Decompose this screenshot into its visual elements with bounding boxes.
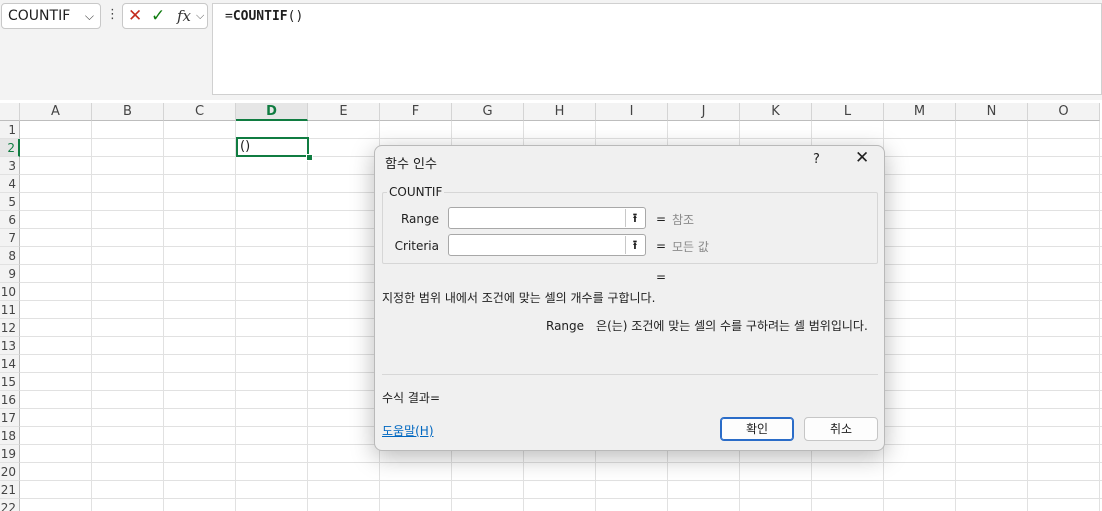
column-header-c[interactable]: C [164, 103, 236, 121]
column-header-g[interactable]: G [452, 103, 524, 121]
row-header-2[interactable]: 2 [0, 139, 20, 157]
range-input[interactable]: ⭱ [448, 207, 646, 229]
name-box[interactable]: COUNTIF ⌵ [1, 3, 101, 29]
column-header-b[interactable]: B [92, 103, 164, 121]
criteria-input[interactable]: ⭱ [448, 234, 646, 256]
active-cell-value: () [240, 139, 251, 154]
row-header-20[interactable]: 20 [0, 463, 20, 481]
name-box-value: COUNTIF [8, 8, 71, 24]
insert-function-icon[interactable]: fx [177, 5, 191, 27]
column-gridline [91, 121, 92, 511]
argument-description: Range 은(는) 조건에 맞는 셀의 수를 구하려는 셀 범위입니다. [546, 317, 868, 334]
dialog-title: 함수 인수 [385, 157, 437, 172]
column-gridline [163, 121, 164, 511]
column-gridline [1027, 121, 1028, 511]
row-header-16[interactable]: 16 [0, 391, 20, 409]
row-header-10[interactable]: 10 [0, 283, 20, 301]
function-arguments-dialog: 함수 인수 ? ✕ COUNTIF Range ⭱ = 참조 Criteria … [374, 145, 885, 451]
cancel-button[interactable]: 취소 [804, 417, 878, 441]
column-header-m[interactable]: M [884, 103, 956, 121]
row-header-12[interactable]: 12 [0, 319, 20, 337]
row-header-9[interactable]: 9 [0, 265, 20, 283]
criteria-equals: = [656, 239, 667, 253]
cancel-icon[interactable]: ✕ [128, 5, 142, 27]
help-icon[interactable]: ? [813, 152, 820, 167]
row-gridline [20, 462, 1102, 463]
row-header-19[interactable]: 19 [0, 445, 20, 463]
column-header-l[interactable]: L [812, 103, 884, 121]
column-gridline [1099, 121, 1100, 511]
row-gridline [20, 138, 1102, 139]
ok-button[interactable]: 확인 [720, 417, 794, 441]
formula-function: COUNTIF [232, 9, 288, 24]
column-gridline [955, 121, 956, 511]
row-header-1[interactable]: 1 [0, 121, 20, 139]
column-header-d[interactable]: D [236, 103, 308, 121]
criteria-value-hint: 모든 값 [672, 240, 709, 254]
collapse-dialog-icon[interactable]: ⭱ [625, 209, 644, 227]
more-options-icon[interactable]: ⋮ [106, 6, 119, 24]
column-header-f[interactable]: F [380, 103, 452, 121]
formula-input[interactable]: =COUNTIF() [212, 3, 1102, 95]
range-value-hint: 참조 [672, 213, 695, 227]
column-header-o[interactable]: O [1028, 103, 1100, 121]
row-header-7[interactable]: 7 [0, 229, 20, 247]
column-header-k[interactable]: K [740, 103, 812, 121]
formula-buttons: ✕ ✓ fx ⌵ [122, 3, 208, 29]
close-icon[interactable]: ✕ [855, 148, 869, 168]
row-header-18[interactable]: 18 [0, 427, 20, 445]
range-label: Range [400, 212, 439, 226]
help-link[interactable]: 도움말(H) [382, 422, 434, 439]
column-header-a[interactable]: A [20, 103, 92, 121]
row-header-21[interactable]: 21 [0, 481, 20, 499]
row-header-15[interactable]: 15 [0, 373, 20, 391]
row-gridline [20, 480, 1102, 481]
column-gridline [307, 121, 308, 511]
argument-description-name: Range [546, 319, 585, 333]
row-gridline [20, 498, 1102, 499]
divider [382, 374, 878, 375]
collapse-dialog-icon[interactable]: ⭱ [625, 236, 644, 254]
row-header-6[interactable]: 6 [0, 211, 20, 229]
formula-prefix: = [225, 9, 233, 24]
formula-bar-area: COUNTIF ⌵ ⋮ ✕ ✓ fx ⌵ =COUNTIF() [0, 0, 1102, 100]
row-header-11[interactable]: 11 [0, 301, 20, 319]
column-header-n[interactable]: N [956, 103, 1028, 121]
column-header-i[interactable]: I [596, 103, 668, 121]
enter-icon[interactable]: ✓ [151, 5, 165, 27]
argument-description-text: 은(는) 조건에 맞는 셀의 수를 구하려는 셀 범위입니다. [596, 319, 868, 333]
formula-suffix: () [287, 9, 304, 24]
column-header-h[interactable]: H [524, 103, 596, 121]
chevron-down-icon[interactable]: ⌵ [196, 5, 204, 27]
row-header-14[interactable]: 14 [0, 355, 20, 373]
range-equals: = [656, 212, 667, 226]
column-gridline [235, 121, 236, 511]
row-header-5[interactable]: 5 [0, 193, 20, 211]
row-header-4[interactable]: 4 [0, 175, 20, 193]
chevron-down-icon[interactable]: ⌵ [85, 4, 94, 28]
criteria-label: Criteria [394, 239, 439, 253]
active-cell-d2[interactable]: () [236, 137, 309, 157]
function-description: 지정한 범위 내에서 조건에 맞는 셀의 개수를 구합니다. [382, 291, 656, 305]
column-header-j[interactable]: J [668, 103, 740, 121]
row-header-3[interactable]: 3 [0, 157, 20, 175]
select-all-corner[interactable] [0, 103, 20, 121]
row-header-17[interactable]: 17 [0, 409, 20, 427]
row-header-22[interactable]: 22 [0, 499, 20, 511]
function-result-equals: = [656, 270, 667, 284]
function-name-label: COUNTIF [387, 185, 445, 199]
formula-result: 수식 결과= [382, 391, 441, 405]
row-header-13[interactable]: 13 [0, 337, 20, 355]
row-header-8[interactable]: 8 [0, 247, 20, 265]
fill-handle[interactable] [306, 154, 313, 161]
column-header-e[interactable]: E [308, 103, 380, 121]
